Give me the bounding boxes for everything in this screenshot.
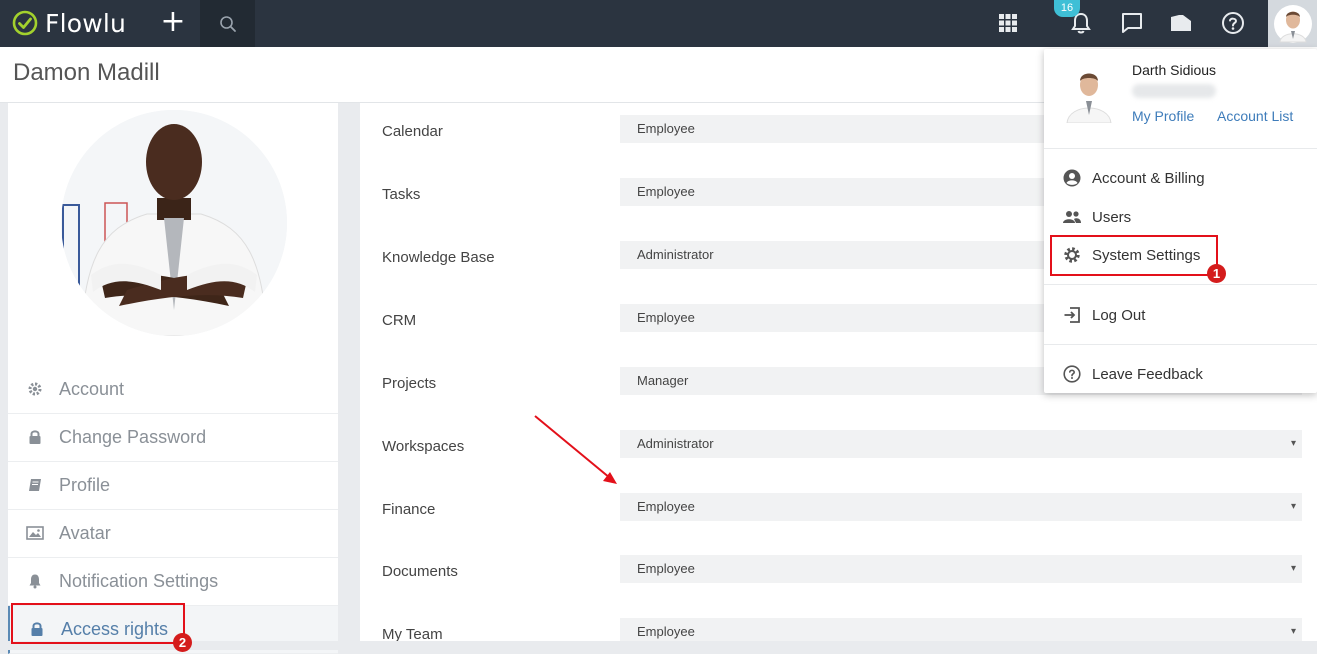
access-label: Tasks: [382, 186, 421, 203]
sidebar-item-label: Change Password: [59, 427, 207, 447]
access-row-finance: Finance Employee ▾: [360, 483, 1317, 523]
bell-icon: [26, 572, 44, 590]
logout-icon: [1062, 305, 1082, 325]
menu-item-log-out[interactable]: Log Out: [1062, 303, 1145, 327]
plus-icon[interactable]: +: [158, 6, 188, 40]
user-email-redacted: [1132, 84, 1216, 98]
sidebar-item-change-password[interactable]: Change Password: [8, 414, 338, 462]
page-title: Damon Madill: [13, 59, 160, 86]
menu-item-label: Account & Billing: [1092, 169, 1205, 187]
search-icon: [219, 15, 236, 32]
book-icon: [26, 476, 44, 494]
access-label: Documents: [382, 563, 458, 580]
profile-sidebar: Account Change Password Profile Avatar N…: [8, 103, 338, 654]
divider: [1044, 344, 1317, 345]
sidebar-item-avatar[interactable]: Avatar: [8, 510, 338, 558]
search-button[interactable]: [200, 0, 255, 47]
help-icon[interactable]: [1218, 8, 1248, 38]
access-label: Calendar: [382, 123, 443, 140]
sidebar-item-label: Notification Settings: [59, 571, 219, 591]
check-circle-icon: [12, 10, 38, 36]
apps-grid-icon[interactable]: [993, 8, 1023, 38]
highlight-box-system-settings: [1050, 235, 1218, 276]
access-label: Workspaces: [382, 438, 465, 455]
user-menu-dropdown: Darth Sidious My Profile Account List Ac…: [1044, 49, 1317, 393]
menu-item-account-billing[interactable]: Account & Billing: [1062, 166, 1205, 190]
workspaces-role-select[interactable]: Administrator ▾: [620, 430, 1302, 458]
highlight-box-access-rights: [11, 603, 185, 644]
account-list-link[interactable]: Account List: [1217, 108, 1293, 124]
divider: [1044, 284, 1317, 285]
caret-down-icon: ▾: [1290, 438, 1296, 449]
divider: [1044, 148, 1317, 149]
documents-role-select[interactable]: Employee ▾: [620, 555, 1302, 583]
access-label: CRM: [382, 312, 417, 329]
user-avatar-button[interactable]: [1268, 0, 1317, 47]
access-row-documents: Documents Employee ▾: [360, 545, 1317, 585]
sidebar-item-label: Avatar: [59, 523, 111, 543]
access-label: Projects: [382, 375, 437, 392]
select-value: Administrator: [637, 436, 714, 451]
select-value: Employee: [637, 121, 695, 136]
select-value: Administrator: [637, 247, 714, 262]
select-value: Employee: [637, 184, 695, 199]
flowlu-logo[interactable]: Flowlu: [12, 5, 126, 41]
sidebar-item-label: Account: [59, 379, 125, 399]
lock-icon: [26, 428, 44, 446]
gear-icon: [26, 380, 44, 398]
step-marker-2: 2: [173, 633, 192, 652]
caret-down-icon: ▾: [1290, 563, 1296, 574]
avatar: [1273, 4, 1312, 43]
sidebar-item-label: Profile: [59, 475, 111, 495]
access-label: Knowledge Base: [382, 249, 495, 266]
sidebar-item-account[interactable]: Account: [8, 366, 338, 414]
access-row-workspaces: Workspaces Administrator ▾: [360, 420, 1317, 460]
step-marker-1: 1: [1207, 264, 1226, 283]
notification-badge[interactable]: 16: [1054, 0, 1080, 17]
brand-name: Flowlu: [45, 8, 127, 38]
my-profile-link[interactable]: My Profile: [1132, 108, 1194, 124]
account-circle-icon: [1062, 168, 1082, 188]
sidebar-item-notification-settings[interactable]: Notification Settings: [8, 558, 338, 606]
menu-item-users[interactable]: Users: [1062, 205, 1131, 229]
users-icon: [1062, 207, 1082, 227]
finance-role-select[interactable]: Employee ▾: [620, 493, 1302, 521]
top-bar: Flowlu + 16: [0, 0, 1317, 47]
sidebar-item-profile[interactable]: Profile: [8, 462, 338, 510]
avatar: [1064, 65, 1114, 124]
select-value: Employee: [637, 499, 695, 514]
user-name: Darth Sidious: [1132, 62, 1217, 78]
select-value: Manager: [637, 373, 689, 388]
menu-item-leave-feedback[interactable]: Leave Feedback: [1062, 362, 1203, 386]
folder-icon[interactable]: [1166, 8, 1196, 38]
select-value: Employee: [637, 561, 695, 576]
menu-item-label: Leave Feedback: [1092, 365, 1203, 383]
help-icon: [1062, 364, 1082, 384]
caret-down-icon: ▾: [1290, 501, 1296, 512]
horizontal-scrollbar[interactable]: [0, 641, 1317, 650]
menu-item-label: Log Out: [1092, 306, 1146, 324]
select-value: Employee: [637, 310, 695, 325]
image-icon: [26, 524, 44, 542]
menu-item-label: Users: [1092, 208, 1132, 226]
select-value: Employee: [637, 624, 695, 639]
access-label: Finance: [382, 501, 436, 518]
chat-icon[interactable]: [1117, 8, 1147, 38]
profile-photo: [61, 110, 287, 336]
